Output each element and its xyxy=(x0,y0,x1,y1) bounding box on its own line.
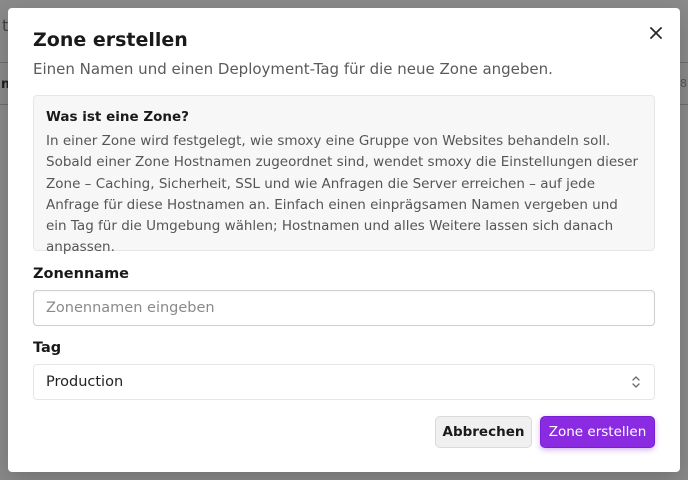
zone-name-input[interactable] xyxy=(33,290,655,326)
tag-select-value: Production xyxy=(46,374,124,390)
info-text: In einer Zone wird festgelegt, wie smoxy… xyxy=(46,133,639,256)
background-divider xyxy=(680,104,688,105)
close-icon xyxy=(650,27,662,39)
dialog-subtitle: Einen Namen und einen Deployment-Tag für… xyxy=(33,60,553,78)
background-divider xyxy=(0,104,8,105)
chevron-up-down-icon xyxy=(632,376,640,388)
background-text-fragment: 8 xyxy=(680,77,687,90)
background-divider xyxy=(0,62,8,63)
info-title: Was ist eine Zone? xyxy=(46,109,189,125)
info-box: Was ist eine Zone? In einer Zone wird fe… xyxy=(33,95,655,255)
dialog-title: Zone erstellen xyxy=(33,29,188,51)
tag-select[interactable]: Production xyxy=(33,364,655,400)
background-divider xyxy=(680,62,688,63)
cancel-button[interactable]: Abbrechen xyxy=(435,416,532,448)
create-zone-dialog: Zone erstellen Einen Namen und einen Dep… xyxy=(8,8,680,472)
zone-name-label: Zonenname xyxy=(33,266,130,282)
close-button[interactable] xyxy=(646,23,666,43)
create-zone-button[interactable]: Zone erstellen xyxy=(540,416,655,448)
tag-label: Tag xyxy=(33,340,62,356)
